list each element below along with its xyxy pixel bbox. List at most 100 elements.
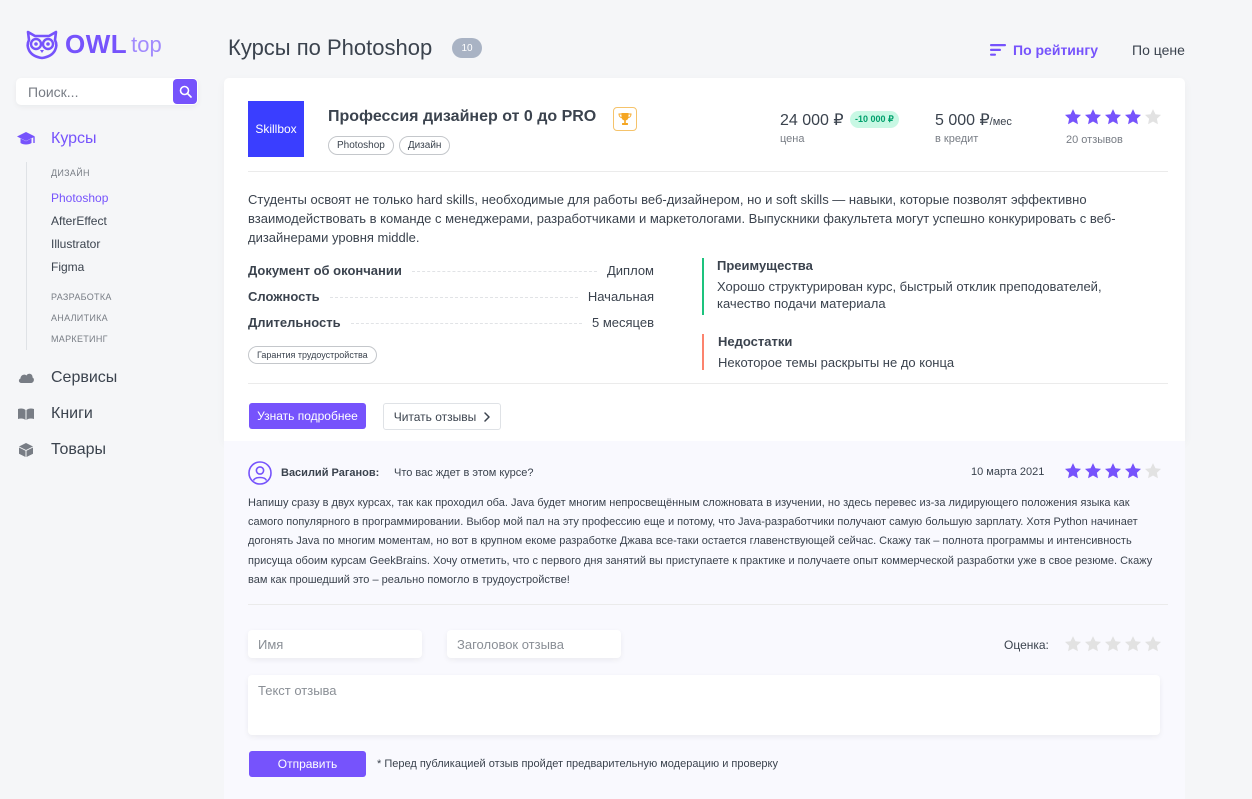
feature-value: Диплом <box>606 263 654 278</box>
menu-books-label: Книги <box>51 405 93 422</box>
review-author: Василий Раганов: <box>281 467 380 479</box>
book-icon <box>16 405 36 423</box>
star-icon <box>1084 463 1102 479</box>
star-icon <box>1084 109 1102 125</box>
learn-more-button[interactable]: Узнать подробнее <box>249 403 366 429</box>
feature-value: 5 месяцев <box>592 315 654 330</box>
review-date: 10 марта 2021 <box>971 466 1045 478</box>
sort-icon <box>990 44 1006 56</box>
course-tags: Photoshop Дизайн <box>328 136 451 155</box>
owl-logo-icon <box>26 30 58 60</box>
discount-badge: -10 000 ₽ <box>850 111 899 128</box>
feature-document: Документ об окончании Диплом <box>248 263 654 281</box>
star-icon <box>1144 109 1162 125</box>
review-title-input[interactable] <box>447 630 621 658</box>
category-analytics[interactable]: АНАЛИТИКА <box>51 313 108 323</box>
disadvantages-title: Недостатки <box>718 334 793 349</box>
category-development[interactable]: РАЗРАБОТКА <box>51 292 112 302</box>
logo[interactable]: OWL top <box>24 26 162 62</box>
trophy-icon <box>613 107 637 131</box>
menu-services[interactable]: Сервисы <box>16 369 117 387</box>
search-icon <box>179 85 192 98</box>
submenu-item-photoshop[interactable]: Photoshop <box>51 191 108 205</box>
graduation-cap-icon <box>16 130 36 148</box>
feature-dots <box>329 297 578 298</box>
search-box <box>16 78 198 105</box>
feature-duration: Длительность 5 месяцев <box>248 315 654 333</box>
rating-input[interactable] <box>1064 635 1162 653</box>
page-title: Курсы по Photoshop <box>228 35 433 60</box>
menu-goods-label: Товары <box>51 441 107 458</box>
star-icon <box>1104 109 1122 125</box>
credit-unit: /мес <box>989 116 1012 128</box>
star-icon <box>1104 463 1122 479</box>
disadvantages-block: Недостатки Некоторое темы раскрыты не до… <box>702 334 1142 370</box>
logo-owl-text: OWL <box>65 28 128 59</box>
feature-difficulty: Сложность Начальная <box>248 289 654 307</box>
name-input[interactable] <box>248 630 422 658</box>
star-icon[interactable] <box>1144 635 1162 653</box>
sort-by-price-button[interactable]: По цене <box>1132 42 1185 58</box>
feature-value: Начальная <box>587 289 654 304</box>
credit-label: в кредит <box>935 133 979 145</box>
divider <box>248 604 1168 605</box>
star-icon <box>1064 109 1082 125</box>
read-reviews-label: Читать отзывы <box>393 409 477 424</box>
review-rating <box>1064 462 1162 480</box>
star-icon[interactable] <box>1124 635 1142 653</box>
menu-courses[interactable]: Курсы <box>16 130 97 148</box>
reviews-count: 20 отзывов <box>1066 134 1123 146</box>
logo-top-text: top <box>131 32 162 57</box>
search-input[interactable] <box>16 78 166 105</box>
search-button[interactable] <box>173 79 197 104</box>
courses-submenu: ДИЗАЙН Photoshop AfterEffect Illustrator… <box>26 162 111 350</box>
course-card: Skillbox Профессия дизайнер от 0 до PRO … <box>224 78 1185 441</box>
course-logo: Skillbox <box>248 101 304 157</box>
submit-review-button[interactable]: Отправить <box>249 751 366 777</box>
advantages-title: Преимущества <box>717 258 813 273</box>
course-title: Профессия дизайнер от 0 до PRO <box>328 108 597 125</box>
course-tag[interactable]: Дизайн <box>398 136 451 155</box>
course-tag[interactable]: Photoshop <box>328 136 394 155</box>
star-icon[interactable] <box>1064 635 1082 653</box>
feature-dots <box>350 323 582 324</box>
advantages-block: Преимущества Хорошо структурирован курс,… <box>702 258 1142 315</box>
star-icon <box>1064 463 1082 479</box>
category-design[interactable]: ДИЗАЙН <box>51 168 90 178</box>
menu-courses-label: Курсы <box>51 130 97 147</box>
moderation-note: * Перед публикацией отзыв пройдет предва… <box>377 758 778 770</box>
credit-price: 5 000 ₽/мес <box>935 110 1012 130</box>
menu-books[interactable]: Книги <box>16 405 93 423</box>
guarantee-tag: Гарантия трудоустройства <box>248 346 377 364</box>
menu-goods[interactable]: Товары <box>16 441 106 459</box>
category-marketing[interactable]: МАРКЕТИНГ <box>51 334 108 344</box>
user-avatar-icon <box>248 461 272 485</box>
review-title: Что вас ждет в этом курсе? <box>394 467 534 479</box>
submenu-item-illustrator[interactable]: Illustrator <box>51 237 100 251</box>
submenu-item-aftereffect[interactable]: AfterEffect <box>51 214 107 228</box>
sort-by-rating-button[interactable]: По рейтингу <box>990 42 1098 58</box>
course-price: 24 000 ₽ <box>780 112 844 129</box>
divider <box>248 383 1168 384</box>
review-text: Напишу сразу в двух курсах, так как прох… <box>248 497 1153 586</box>
rating-label: Оценка: <box>1004 638 1049 652</box>
star-icon[interactable] <box>1104 635 1122 653</box>
star-icon <box>1124 463 1142 479</box>
read-reviews-button[interactable]: Читать отзывы <box>383 403 501 430</box>
cloud-icon <box>16 369 36 387</box>
price-label: цена <box>780 133 805 145</box>
count-badge: 10 <box>452 38 482 58</box>
star-icon[interactable] <box>1084 635 1102 653</box>
feature-key: Документ об окончании <box>248 263 402 278</box>
disadvantages-text: Некоторое темы раскрыты не до конца <box>718 355 955 370</box>
course-rating <box>1064 108 1162 126</box>
star-icon <box>1124 109 1142 125</box>
divider <box>248 171 1168 172</box>
menu-services-label: Сервисы <box>51 369 118 386</box>
feature-dots <box>411 271 597 272</box>
sort-by-rating-label: По рейтингу <box>1013 42 1098 58</box>
review-text-input[interactable] <box>248 675 1160 735</box>
feature-key: Сложность <box>248 289 320 304</box>
submenu-item-figma[interactable]: Figma <box>51 260 84 274</box>
course-description: Студенты освоят не только hard skills, н… <box>248 192 1116 245</box>
